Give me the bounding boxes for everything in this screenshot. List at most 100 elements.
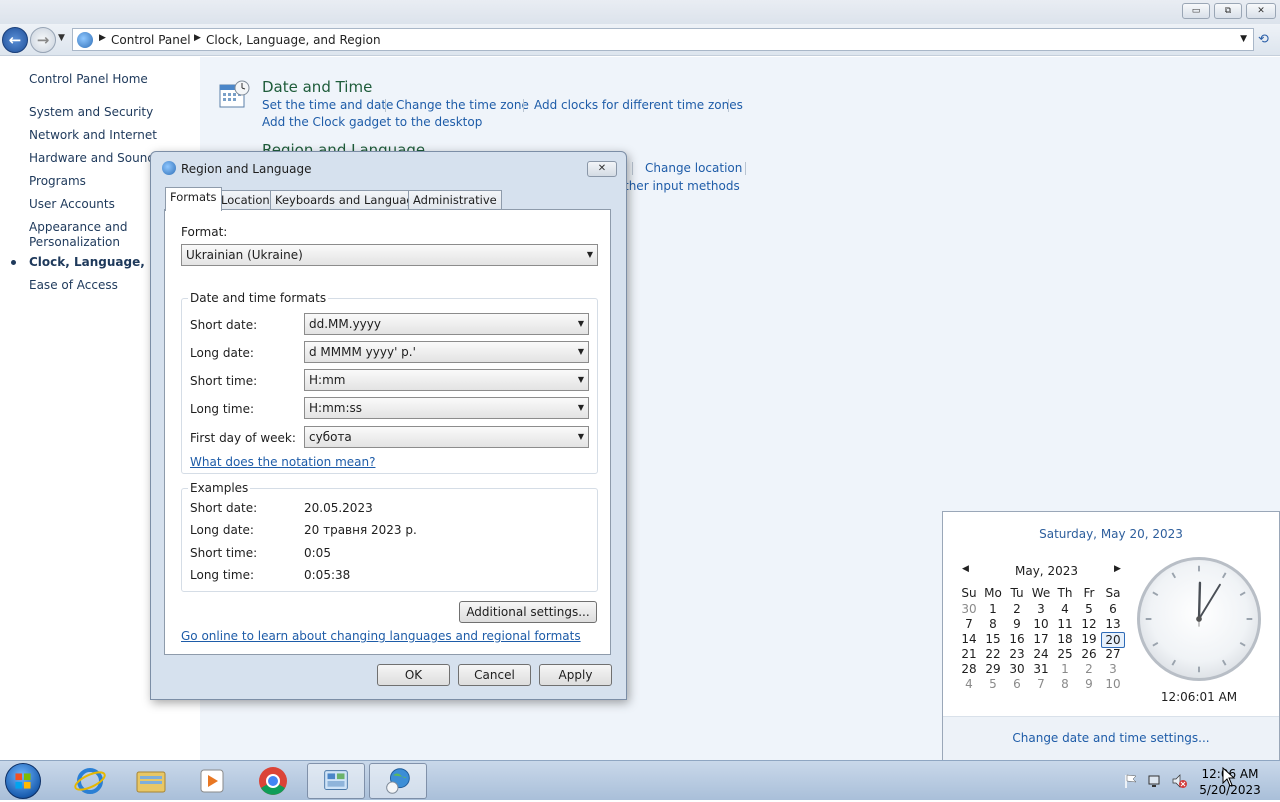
sidebar-item-system-security[interactable]: System and Security [29,105,153,119]
calendar-day[interactable]: 10 [1029,617,1053,631]
minimize-button[interactable]: ▭ [1182,3,1210,19]
calendar-day[interactable]: 2 [1005,602,1029,616]
cancel-button[interactable]: Cancel [458,664,531,686]
full-date-link[interactable]: Saturday, May 20, 2023 [943,527,1279,541]
recent-pages-dropdown-icon[interactable]: ▼ [58,33,65,43]
notation-help-link[interactable]: What does the notation mean? [190,455,375,469]
calendar-day[interactable]: 14 [957,632,981,646]
calendar-day[interactable]: 4 [957,677,981,691]
long-date-select[interactable]: d MMMM yyyy' р.' ▼ [304,341,589,363]
calendar-day[interactable]: 12 [1077,617,1101,631]
short-time-select[interactable]: H:mm ▼ [304,369,589,391]
sidebar-item-hardware-sound[interactable]: Hardware and Sound [29,151,155,165]
link-set-time-date[interactable]: Set the time and date [262,98,393,112]
calendar-day[interactable]: 18 [1053,632,1077,646]
calendar-day[interactable]: 6 [1101,602,1125,616]
calendar-day[interactable]: 23 [1005,647,1029,661]
category-date-time[interactable]: Date and Time [262,78,372,96]
calendar-month-title[interactable]: May, 2023 [1015,564,1078,578]
link-add-clocks[interactable]: Add clocks for different time zones [534,98,743,112]
start-button[interactable] [5,763,41,799]
online-help-link[interactable]: Go online to learn about changing langua… [181,629,581,643]
taskbar-media-player[interactable] [183,763,241,799]
calendar-day[interactable]: 27 [1101,647,1125,661]
breadcrumb-clock-language-region[interactable]: Clock, Language, and Region [206,33,381,47]
apply-button[interactable]: Apply [539,664,612,686]
calendar-day[interactable]: 29 [981,662,1005,676]
ok-button[interactable]: OK [377,664,450,686]
link-change-time-zone[interactable]: Change the time zone [396,98,529,112]
tab-administrative[interactable]: Administrative [408,190,502,210]
calendar-day[interactable]: 7 [957,617,981,631]
calendar-day[interactable]: 9 [1077,677,1101,691]
dialog-close-button[interactable]: ✕ [587,161,617,177]
forward-button[interactable]: → [30,27,56,53]
calendar-day[interactable]: 31 [1029,662,1053,676]
link-add-clock-gadget[interactable]: Add the Clock gadget to the desktop [262,115,482,129]
short-date-select[interactable]: dd.MM.yyyy ▼ [304,313,589,335]
calendar-day[interactable]: 20 [1101,632,1125,648]
sidebar-item-network-internet[interactable]: Network and Internet [29,128,157,142]
breadcrumb-arrow-icon[interactable]: ▶ [194,33,201,43]
sidebar-item-clock-language[interactable]: Clock, Language, and I [29,255,149,269]
change-date-time-link[interactable]: Change date and time settings... [943,731,1279,745]
sidebar-item-ease-of-access[interactable]: Ease of Access [29,278,118,292]
calendar-day[interactable]: 19 [1077,632,1101,646]
link-other-input-methods[interactable]: ther input methods [624,179,740,193]
calendar-day[interactable]: 24 [1029,647,1053,661]
calendar-day[interactable]: 21 [957,647,981,661]
calendar-day[interactable]: 30 [957,602,981,616]
calendar-day[interactable]: 3 [1101,662,1125,676]
calendar-day[interactable]: 5 [981,677,1005,691]
refresh-icon[interactable]: ⟲ [1258,32,1274,48]
calendar-day[interactable]: 30 [1005,662,1029,676]
close-window-button[interactable]: ✕ [1246,3,1276,19]
taskbar-internet-explorer[interactable] [61,763,119,799]
calendar-day[interactable]: 3 [1029,602,1053,616]
address-bar[interactable]: ▶ Control Panel ▶ Clock, Language, and R… [72,28,1254,51]
additional-settings-button[interactable]: Additional settings... [459,601,597,623]
calendar-day[interactable]: 1 [981,602,1005,616]
taskbar-windows-explorer[interactable] [122,763,180,799]
calendar-day[interactable]: 25 [1053,647,1077,661]
taskbar-region-language[interactable] [369,763,427,799]
volume-muted-icon[interactable] [1171,773,1187,789]
calendar-day[interactable]: 9 [1005,617,1029,631]
action-center-flag-icon[interactable] [1123,773,1139,789]
calendar-day[interactable]: 26 [1077,647,1101,661]
calendar-day[interactable]: 8 [1053,677,1077,691]
breadcrumb-arrow-icon[interactable]: ▶ [99,33,106,43]
next-month-icon[interactable]: ▶ [1114,564,1121,574]
calendar-day[interactable]: 13 [1101,617,1125,631]
sidebar-item-user-accounts[interactable]: User Accounts [29,197,115,211]
address-dropdown-icon[interactable]: ▼ [1240,34,1247,44]
sidebar-item-appearance[interactable]: Appearance and Personalization [29,220,129,250]
taskbar-control-panel[interactable] [307,763,365,799]
network-icon[interactable] [1147,773,1163,789]
back-button[interactable]: ← [2,27,28,53]
calendar-day[interactable]: 5 [1077,602,1101,616]
calendar-day[interactable]: 16 [1005,632,1029,646]
calendar-day[interactable]: 28 [957,662,981,676]
format-select[interactable]: Ukrainian (Ukraine) ▼ [181,244,598,266]
first-day-select[interactable]: субота ▼ [304,426,589,448]
calendar-day[interactable]: 22 [981,647,1005,661]
restore-button[interactable]: ⧉ [1214,3,1242,19]
calendar-day[interactable]: 1 [1053,662,1077,676]
calendar-day[interactable]: 10 [1101,677,1125,691]
calendar-day[interactable]: 11 [1053,617,1077,631]
link-change-location[interactable]: Change location [645,161,742,175]
calendar-day[interactable]: 4 [1053,602,1077,616]
sidebar-item-programs[interactable]: Programs [29,174,86,188]
calendar-day[interactable]: 15 [981,632,1005,646]
calendar-day[interactable]: 8 [981,617,1005,631]
calendar-day[interactable]: 7 [1029,677,1053,691]
prev-month-icon[interactable]: ◀ [962,564,969,574]
sidebar-item-home[interactable]: Control Panel Home [29,72,148,86]
taskbar-chrome[interactable] [244,763,302,799]
breadcrumb-control-panel[interactable]: Control Panel [111,33,191,47]
tab-formats[interactable]: Formats [165,187,222,211]
calendar-day[interactable]: 6 [1005,677,1029,691]
long-time-select[interactable]: H:mm:ss ▼ [304,397,589,419]
calendar-day[interactable]: 2 [1077,662,1101,676]
